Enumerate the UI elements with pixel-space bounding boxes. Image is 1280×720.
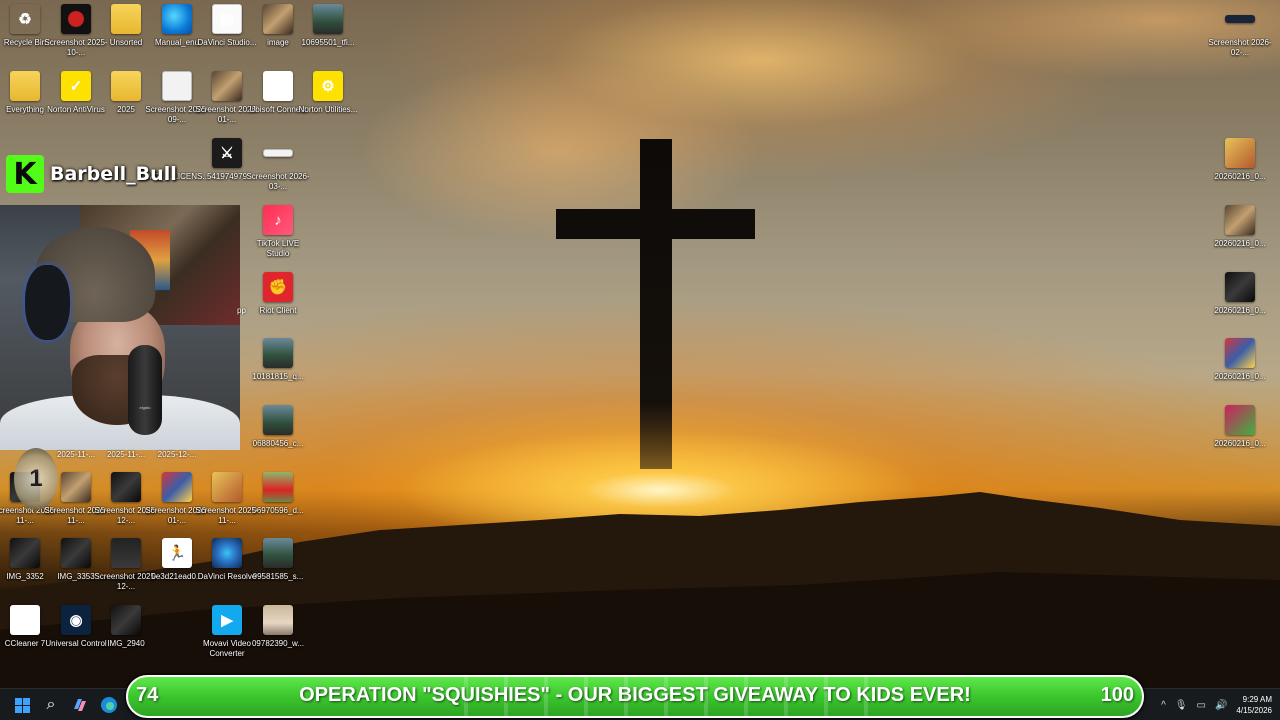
swords-icon[interactable]: ⚔ 541974979 bbox=[199, 138, 255, 202]
cross-horizontal-beam bbox=[556, 209, 755, 239]
photo-icon[interactable]: 09581585_s... bbox=[250, 538, 306, 602]
tiktok-live-studio-icon[interactable]: ♪ TikTok LIVE Studio bbox=[250, 205, 306, 269]
riot-client-icon[interactable]: ✊ Riot Client bbox=[250, 272, 306, 336]
screenshot-icon[interactable]: Screenshot 2025-11-... bbox=[195, 472, 259, 536]
giveaway-progress-banner: 74 OPERATION "SQUISHIES" - OUR BIGGEST G… bbox=[126, 675, 1144, 718]
mic-brand-label: elgato bbox=[139, 405, 151, 410]
screenshot-icon[interactable]: Screenshot 2026-01-... bbox=[145, 472, 209, 536]
kick-logo-icon: K bbox=[6, 155, 44, 193]
photo-icon[interactable]: IMG_3353 bbox=[48, 538, 104, 602]
photo-icon[interactable]: 10695501_tfi... bbox=[300, 4, 356, 68]
universal-control-icon[interactable]: ◉ Universal Control bbox=[45, 605, 107, 669]
movavi-video-converter-icon[interactable]: ▶ Movavi Video Converter bbox=[199, 605, 255, 669]
recycle-bin-icon[interactable]: ♻ Recycle Bin bbox=[0, 4, 53, 68]
clock-date: 4/15/2026 bbox=[1236, 706, 1272, 715]
folder-unsorted-icon[interactable]: Unsorted bbox=[98, 4, 154, 68]
screenshot-icon[interactable]: Screenshot 2025-10-... bbox=[44, 4, 108, 68]
norton-antivirus-icon[interactable]: ✓ Norton AntiVirus bbox=[47, 71, 105, 135]
streamer-name: Barbell_Bull bbox=[50, 163, 177, 185]
photo-icon[interactable]: IMG_2940 bbox=[98, 605, 154, 669]
timer-badge: 1 bbox=[14, 448, 58, 510]
copilot-icon[interactable] bbox=[68, 693, 92, 717]
photo-icon[interactable]: image bbox=[250, 4, 306, 68]
screenshot-icon[interactable]: Screenshot 2026-03-... bbox=[246, 138, 310, 202]
system-tray: ^ 🎙 ▭ 🔊 9:29 AM 4/15/2026 bbox=[1161, 689, 1272, 720]
photo-icon[interactable]: 20260216_0... bbox=[1212, 138, 1268, 202]
photo-icon[interactable]: 20260216_0... bbox=[1212, 272, 1268, 336]
folder-everything-icon[interactable]: Everything bbox=[0, 71, 53, 135]
photo-icon[interactable]: 10181815_q... bbox=[250, 338, 306, 402]
davinci-resolve-icon[interactable]: DaVinci Resolve bbox=[198, 538, 256, 602]
webcam-overlay: elgato bbox=[0, 205, 240, 450]
ccleaner-icon[interactable]: C CCleaner 7 bbox=[0, 605, 53, 669]
chevron-up-icon[interactable]: ^ bbox=[1161, 700, 1166, 711]
photo-icon[interactable]: 20260216_0... bbox=[1212, 205, 1268, 269]
edge-pdf-icon[interactable]: Manual_enu bbox=[149, 4, 205, 68]
ubisoft-connect-icon[interactable]: ◎ Ubisoft Connect bbox=[250, 71, 306, 135]
photo-icon[interactable]: 06970596_d... bbox=[250, 472, 306, 536]
photo-icon[interactable]: 20260216_0... bbox=[1212, 405, 1268, 469]
kick-streamer-badge: K Barbell_Bull bbox=[6, 155, 177, 193]
edge-icon[interactable] bbox=[97, 693, 121, 717]
icon-label-partial: 2025-11-... bbox=[106, 450, 146, 459]
icon-label-partial: 2025-11-... bbox=[56, 450, 96, 459]
photo-icon[interactable]: IMG_3352 bbox=[0, 538, 53, 602]
screenshot-icon[interactable]: Screenshot 2026-02-... bbox=[1208, 4, 1272, 68]
photo-icon[interactable]: 06880456_c... bbox=[250, 405, 306, 469]
screenshot-icon[interactable]: Screenshot 2025-09-... bbox=[145, 71, 209, 135]
photo-icon[interactable]: 20260216_0... bbox=[1212, 338, 1268, 402]
clock[interactable]: 9:29 AM 4/15/2026 bbox=[1236, 694, 1272, 716]
screenshot-icon[interactable]: Screenshot 2026-01-... bbox=[195, 71, 259, 135]
sport-icon[interactable]: 🏃 0e3d21ead0... bbox=[149, 538, 205, 602]
cross-vertical-beam bbox=[640, 139, 672, 469]
microphone-icon bbox=[128, 345, 162, 435]
speaker-icon[interactable]: 🔊 bbox=[1215, 700, 1227, 711]
icon-label-partial: 2025-12-... bbox=[157, 450, 197, 459]
document-icon[interactable]: ▤ DaVinci Studio... bbox=[198, 4, 257, 68]
norton-utilities-icon[interactable]: ⚙ Norton Utilities... bbox=[299, 71, 357, 135]
clock-time: 9:29 AM bbox=[1242, 695, 1272, 704]
display-icon[interactable]: ▭ bbox=[1197, 700, 1206, 711]
screenshot-icon[interactable]: Screenshot 2025-12-... bbox=[94, 472, 158, 536]
windows-start-icon[interactable] bbox=[10, 693, 34, 717]
icon-label-partial: pp bbox=[237, 306, 246, 315]
giveaway-message: OPERATION "SQUISHIES" - OUR BIGGEST GIVE… bbox=[299, 684, 971, 706]
search-icon[interactable]: ⌕ bbox=[39, 693, 63, 717]
mic-icon[interactable]: 🎙 bbox=[1175, 700, 1188, 711]
giveaway-goal-count: 100 bbox=[1100, 684, 1134, 706]
folder-2025-icon[interactable]: 2025 bbox=[98, 71, 154, 135]
headphones-icon bbox=[25, 265, 70, 340]
photo-icon[interactable]: 09782390_w... bbox=[250, 605, 306, 669]
screenshot-icon[interactable]: Screenshot 2025-12-... bbox=[94, 538, 158, 602]
